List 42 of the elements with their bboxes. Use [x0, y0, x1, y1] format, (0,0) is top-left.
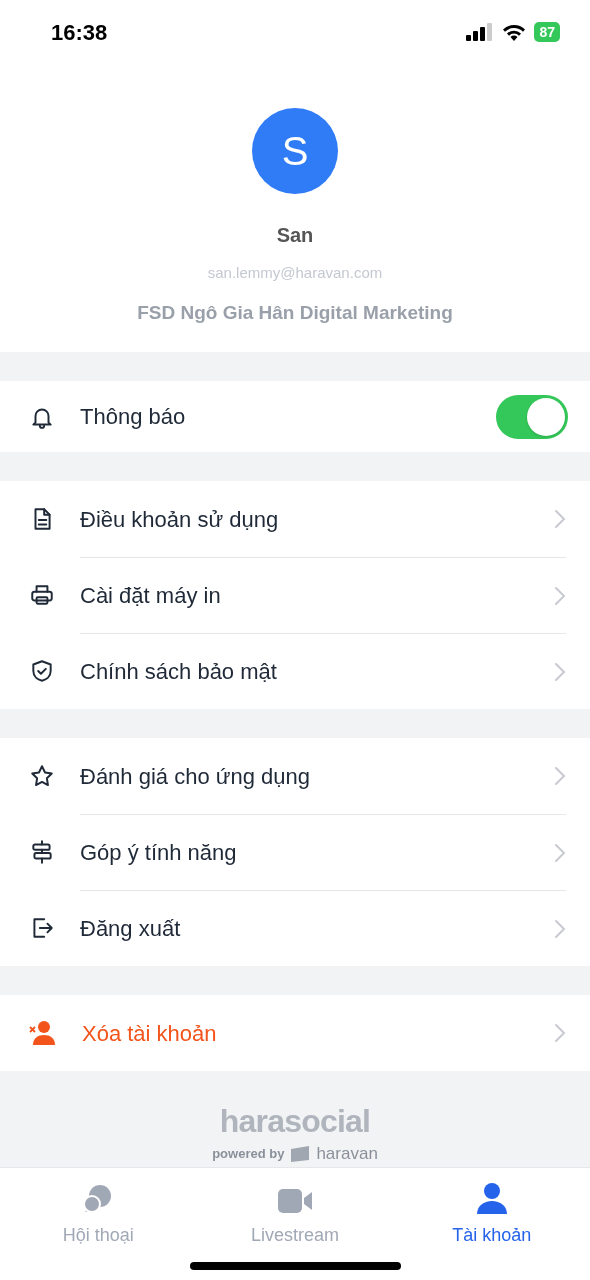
- toggle-switch[interactable]: [496, 394, 568, 439]
- person-icon: [475, 1182, 508, 1214]
- menu-item[interactable]: Đánh giá cho ứng dụng: [0, 738, 590, 814]
- brand-logo: harasocial: [219, 1105, 371, 1137]
- printer-icon: [29, 582, 55, 608]
- menu-item[interactable]: Chính sách bảo mật: [0, 633, 590, 709]
- organization-name: FSD Ngô Gia Hân Digital Marketing: [137, 300, 453, 325]
- star-icon: [29, 763, 55, 789]
- wifi-icon: [502, 23, 527, 41]
- shield-check-icon: [29, 658, 55, 684]
- video-camera-icon: [278, 1188, 312, 1214]
- menu-label: Xóa tài khoản: [82, 1019, 218, 1048]
- avatar: S: [252, 108, 338, 194]
- chevron-right-icon: [554, 842, 566, 863]
- profile-email: san.lemmy@haravan.com: [207, 263, 383, 283]
- status-time: 16:38: [51, 18, 108, 47]
- company-name: haravan: [316, 1143, 378, 1165]
- menu-item[interactable]: Điều khoản sử dụng: [0, 481, 590, 557]
- profile-name: San: [276, 223, 314, 248]
- tab[interactable]: Tài khoản: [393, 1180, 590, 1249]
- menu-label: Đánh giá cho ứng dụng: [80, 762, 311, 791]
- person-remove-icon: [29, 1020, 57, 1046]
- menu-item[interactable]: Cài đặt máy in: [0, 557, 590, 633]
- chevron-right-icon: [554, 1023, 566, 1043]
- chevron-right-icon: [554, 509, 566, 529]
- menu-label: Góp ý tính năng: [80, 839, 238, 867]
- battery-indicator: 87: [534, 22, 560, 42]
- menu-item[interactable]: Xóa tài khoản: [0, 995, 590, 1071]
- menu-item[interactable]: Góp ý tính năng: [0, 814, 590, 890]
- chevron-right-icon: [554, 918, 566, 939]
- signal-icon: [466, 23, 495, 41]
- powered-by-text: powered by: [212, 1145, 285, 1163]
- menu-label: Cài đặt máy in: [80, 582, 222, 610]
- signpost-icon: [29, 839, 55, 865]
- chevron-right-icon: [554, 585, 566, 606]
- menu-item[interactable]: Đăng xuất: [0, 890, 590, 966]
- chevron-right-icon: [554, 661, 566, 682]
- notification-label: Thông báo: [80, 403, 187, 431]
- chevron-right-icon: [554, 766, 566, 786]
- menu-label: Chính sách bảo mật: [80, 658, 278, 686]
- menu-label: Điều khoản sử dụng: [80, 505, 280, 534]
- menu-label: Đăng xuất: [80, 915, 182, 943]
